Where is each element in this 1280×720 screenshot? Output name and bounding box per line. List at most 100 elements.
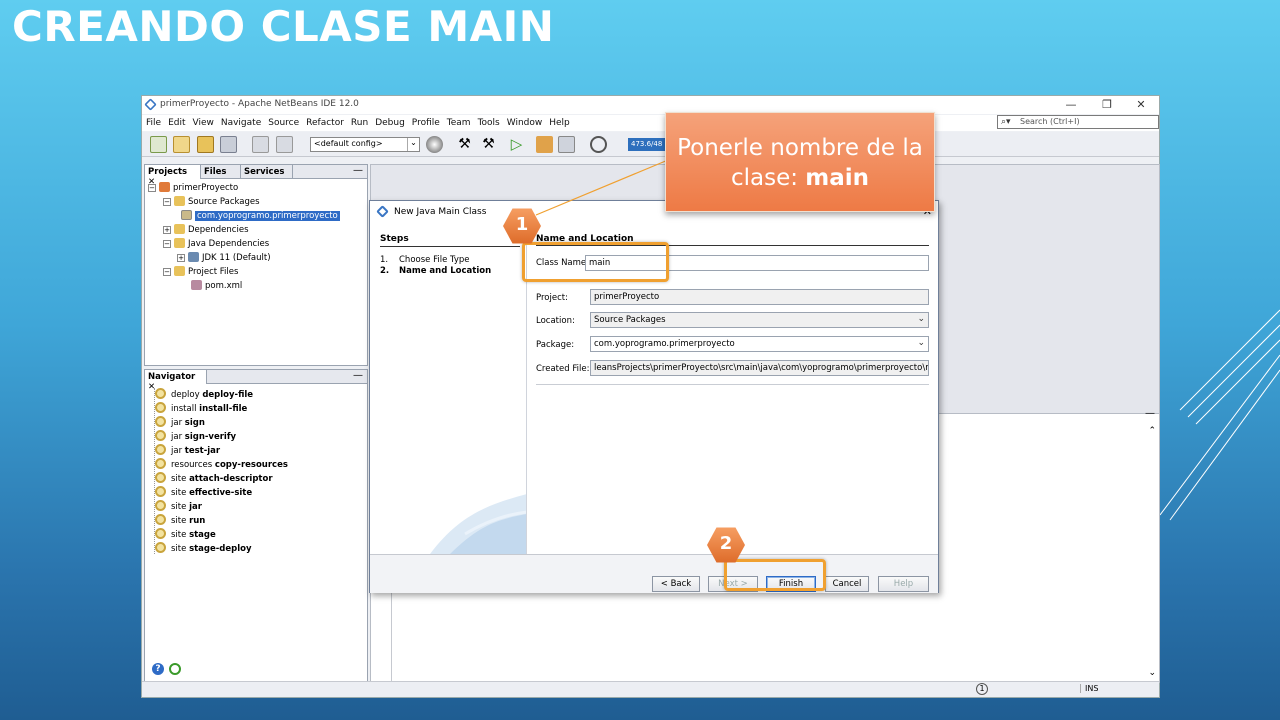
minimize-panel-button[interactable]: — bbox=[353, 165, 363, 176]
settings-gear-icon[interactable] bbox=[169, 663, 181, 675]
chevron-down-icon: ⌄ bbox=[407, 138, 419, 151]
goal-icon bbox=[155, 416, 166, 427]
collapse-icon[interactable]: − bbox=[148, 184, 156, 192]
close-button[interactable]: ✕ bbox=[1123, 96, 1159, 114]
menu-debug[interactable]: Debug bbox=[371, 115, 408, 128]
window-title: primerProyecto - Apache NetBeans IDE 12.… bbox=[160, 99, 359, 109]
tree-node-jdk[interactable]: + JDK 11 (Default) bbox=[177, 252, 271, 265]
tree-node-pom[interactable]: pom.xml bbox=[191, 280, 242, 293]
config-dropdown[interactable]: <default config> ⌄ bbox=[310, 137, 420, 152]
menu-view[interactable]: View bbox=[189, 115, 217, 128]
cancel-button[interactable]: Cancel bbox=[825, 576, 869, 592]
package-dropdown[interactable]: com.yoprogramo.primerproyecto ⌄ bbox=[590, 336, 929, 352]
redo-icon[interactable] bbox=[276, 136, 293, 153]
tab-projects[interactable]: Projects ✕ bbox=[145, 165, 201, 187]
library-icon bbox=[174, 224, 185, 234]
nav-item-goal[interactable]: site stage-deploy bbox=[155, 542, 252, 556]
expand-icon[interactable]: + bbox=[163, 226, 171, 234]
search-input[interactable]: ⌕▾ Search (Ctrl+I) bbox=[997, 115, 1159, 129]
goal-icon bbox=[155, 500, 166, 511]
menu-tools[interactable]: Tools bbox=[474, 115, 503, 128]
help-icon[interactable]: ? bbox=[152, 663, 164, 675]
nav-item-goal[interactable]: site stage bbox=[155, 528, 216, 542]
debug-icon[interactable] bbox=[536, 136, 553, 153]
new-file-icon[interactable] bbox=[150, 136, 167, 153]
notifications-icon[interactable]: 1 bbox=[976, 683, 988, 695]
build-hammer-icon[interactable]: ⚒ bbox=[456, 136, 473, 153]
nav-item-goal[interactable]: site jar bbox=[155, 500, 202, 514]
minimize-panel-button[interactable]: — bbox=[353, 370, 363, 381]
nav-item-goal[interactable]: jar sign-verify bbox=[155, 430, 236, 444]
chevron-down-icon: ⌄ bbox=[917, 314, 925, 324]
collapse-icon[interactable]: − bbox=[163, 240, 171, 248]
restore-button[interactable]: ❐ bbox=[1089, 96, 1125, 114]
step-badge-2: 2 bbox=[707, 526, 745, 564]
nav-item-goal[interactable]: jar test-jar bbox=[155, 444, 220, 458]
new-project-icon[interactable] bbox=[173, 136, 190, 153]
nav-item-goal[interactable]: jar sign bbox=[155, 416, 205, 430]
run-icon[interactable]: ▷ bbox=[508, 136, 525, 153]
tab-services[interactable]: Services bbox=[241, 165, 293, 179]
tree-node-java-dependencies[interactable]: − Java Dependencies bbox=[163, 238, 269, 251]
goal-icon bbox=[155, 444, 166, 455]
tree-node-package[interactable]: com.yoprogramo.primerproyecto bbox=[181, 210, 340, 223]
scroll-down-icon[interactable]: ⌄ bbox=[1148, 668, 1156, 678]
step-name-and-location: 2. Name and Location bbox=[380, 266, 492, 276]
collapse-icon[interactable]: − bbox=[163, 268, 171, 276]
nav-item-goal[interactable]: deploy deploy-file bbox=[155, 388, 253, 402]
expand-icon[interactable]: + bbox=[177, 254, 185, 262]
menu-team[interactable]: Team bbox=[443, 115, 474, 128]
menu-file[interactable]: File bbox=[142, 115, 164, 128]
minimize-panel-button[interactable]: — bbox=[1145, 408, 1155, 419]
search-icon: ⌕▾ bbox=[1001, 117, 1011, 127]
save-all-icon[interactable] bbox=[220, 136, 237, 153]
menu-run[interactable]: Run bbox=[347, 115, 371, 128]
slide-title: CREANDO CLASE MAIN bbox=[12, 2, 555, 51]
menu-source[interactable]: Source bbox=[264, 115, 302, 128]
minimize-button[interactable]: — bbox=[1053, 96, 1089, 114]
menu-window[interactable]: Window bbox=[503, 115, 546, 128]
tab-files[interactable]: Files bbox=[201, 165, 241, 179]
menu-navigate[interactable]: Navigate bbox=[217, 115, 264, 128]
open-project-icon[interactable] bbox=[197, 136, 214, 153]
back-button[interactable]: < Back bbox=[652, 576, 700, 592]
goal-icon bbox=[155, 542, 166, 553]
menu-help[interactable]: Help bbox=[545, 115, 573, 128]
nav-item-goal[interactable]: site effective-site bbox=[155, 486, 252, 500]
class-name-highlight bbox=[522, 242, 669, 282]
help-button[interactable]: Help bbox=[878, 576, 929, 592]
location-dropdown[interactable]: Source Packages ⌄ bbox=[590, 312, 929, 328]
goal-icon bbox=[155, 430, 166, 441]
folder-icon bbox=[174, 266, 185, 276]
tree-node-source-packages[interactable]: − Source Packages bbox=[163, 196, 260, 209]
toolbar: <default config> ⌄ ⚒ ⚒ ▷ 473.6/48 bbox=[142, 132, 1159, 157]
globe-icon[interactable] bbox=[426, 136, 443, 153]
goal-icon bbox=[155, 402, 166, 413]
step-badge-1: 1 bbox=[503, 207, 541, 245]
collapse-icon[interactable]: − bbox=[163, 198, 171, 206]
memory-indicator[interactable]: 473.6/48 bbox=[628, 138, 666, 151]
library-icon bbox=[174, 238, 185, 248]
nav-item-goal[interactable]: resources copy-resources bbox=[155, 458, 288, 472]
chevron-down-icon: ⌄ bbox=[917, 338, 925, 348]
nav-item-goal[interactable]: site attach-descriptor bbox=[155, 472, 273, 486]
scroll-up-icon[interactable]: ⌃ bbox=[1148, 426, 1156, 436]
nav-item-goal[interactable]: site run bbox=[155, 514, 205, 528]
tab-navigator[interactable]: Navigator ✕ bbox=[145, 370, 207, 392]
created-file-field: leansProjects\primerProyecto\src\main\ja… bbox=[590, 360, 929, 376]
step-choose-file-type: 1. Choose File Type bbox=[380, 255, 470, 265]
menu-refactor[interactable]: Refactor bbox=[302, 115, 347, 128]
menu-edit[interactable]: Edit bbox=[164, 115, 188, 128]
tree-node-dependencies[interactable]: + Dependencies bbox=[163, 224, 249, 237]
menu-profile[interactable]: Profile bbox=[408, 115, 443, 128]
gauge-icon[interactable] bbox=[590, 136, 607, 153]
undo-icon[interactable] bbox=[252, 136, 269, 153]
projects-panel: Projects ✕ Files Services — − primerProye… bbox=[144, 164, 368, 366]
tree-node-project[interactable]: − primerProyecto bbox=[148, 182, 238, 195]
project-field: primerProyecto bbox=[590, 289, 929, 305]
profile-icon[interactable] bbox=[558, 136, 575, 153]
goal-icon bbox=[155, 528, 166, 539]
nav-item-goal[interactable]: install install-file bbox=[155, 402, 247, 416]
tree-node-project-files[interactable]: − Project Files bbox=[163, 266, 238, 279]
clean-build-icon[interactable]: ⚒ bbox=[480, 136, 497, 153]
